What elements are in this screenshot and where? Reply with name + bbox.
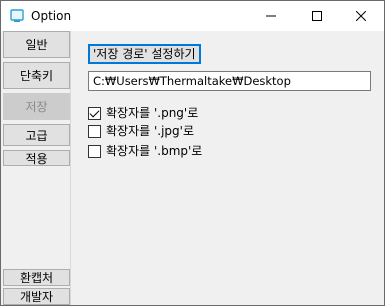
- minimize-button[interactable]: [248, 1, 294, 31]
- close-icon: [356, 11, 366, 21]
- bmp-option-label: 확장자를 '.bmp'로: [106, 144, 203, 158]
- jpg-extension-option[interactable]: 확장자를 '.jpg'로: [88, 123, 194, 139]
- sidebar-item-developer[interactable]: 개발자: [3, 288, 70, 305]
- save-path-field[interactable]: C:₩Users₩Thermaltake₩Desktop: [88, 71, 371, 91]
- sidebar-item-general[interactable]: 일반: [3, 31, 70, 58]
- app-window-icon: [9, 8, 25, 24]
- close-button[interactable]: [338, 1, 384, 31]
- maximize-button[interactable]: [294, 1, 340, 31]
- bmp-extension-option[interactable]: 확장자를 '.bmp'로: [88, 143, 202, 159]
- png-checkbox[interactable]: [88, 106, 101, 120]
- jpg-option-label: 확장자를 '.jpg'로: [106, 124, 194, 138]
- sidebar-item-save[interactable]: 저장: [3, 93, 70, 120]
- sidebar-item-apply[interactable]: 적용: [3, 150, 70, 166]
- window-title: Option: [31, 9, 72, 23]
- jpg-checkbox[interactable]: [88, 124, 101, 138]
- sidebar: 일반 단축키 저장 고급 적용 환캡처 개발자: [1, 31, 71, 305]
- png-extension-option[interactable]: 확장자를 '.png'로: [88, 105, 198, 121]
- bmp-checkbox[interactable]: [88, 144, 101, 158]
- sidebar-item-capture[interactable]: 환캡처: [3, 269, 70, 286]
- title-bar[interactable]: Option: [1, 1, 384, 31]
- png-option-label: 확장자를 '.png'로: [106, 106, 199, 120]
- sidebar-item-shortcuts[interactable]: 단축키: [3, 62, 70, 89]
- option-window: Option 일반 단축키 저장 고급 적용 환캡처 개발자 '저장 경로' 설…: [0, 0, 385, 306]
- save-settings-panel: '저장 경로' 설정하기 C:₩Users₩Thermaltake₩Deskto…: [72, 31, 384, 305]
- sidebar-item-advanced[interactable]: 고급: [3, 124, 70, 146]
- maximize-icon: [312, 11, 322, 21]
- set-save-path-button[interactable]: '저장 경로' 설정하기: [88, 44, 201, 64]
- minimize-icon: [266, 15, 276, 17]
